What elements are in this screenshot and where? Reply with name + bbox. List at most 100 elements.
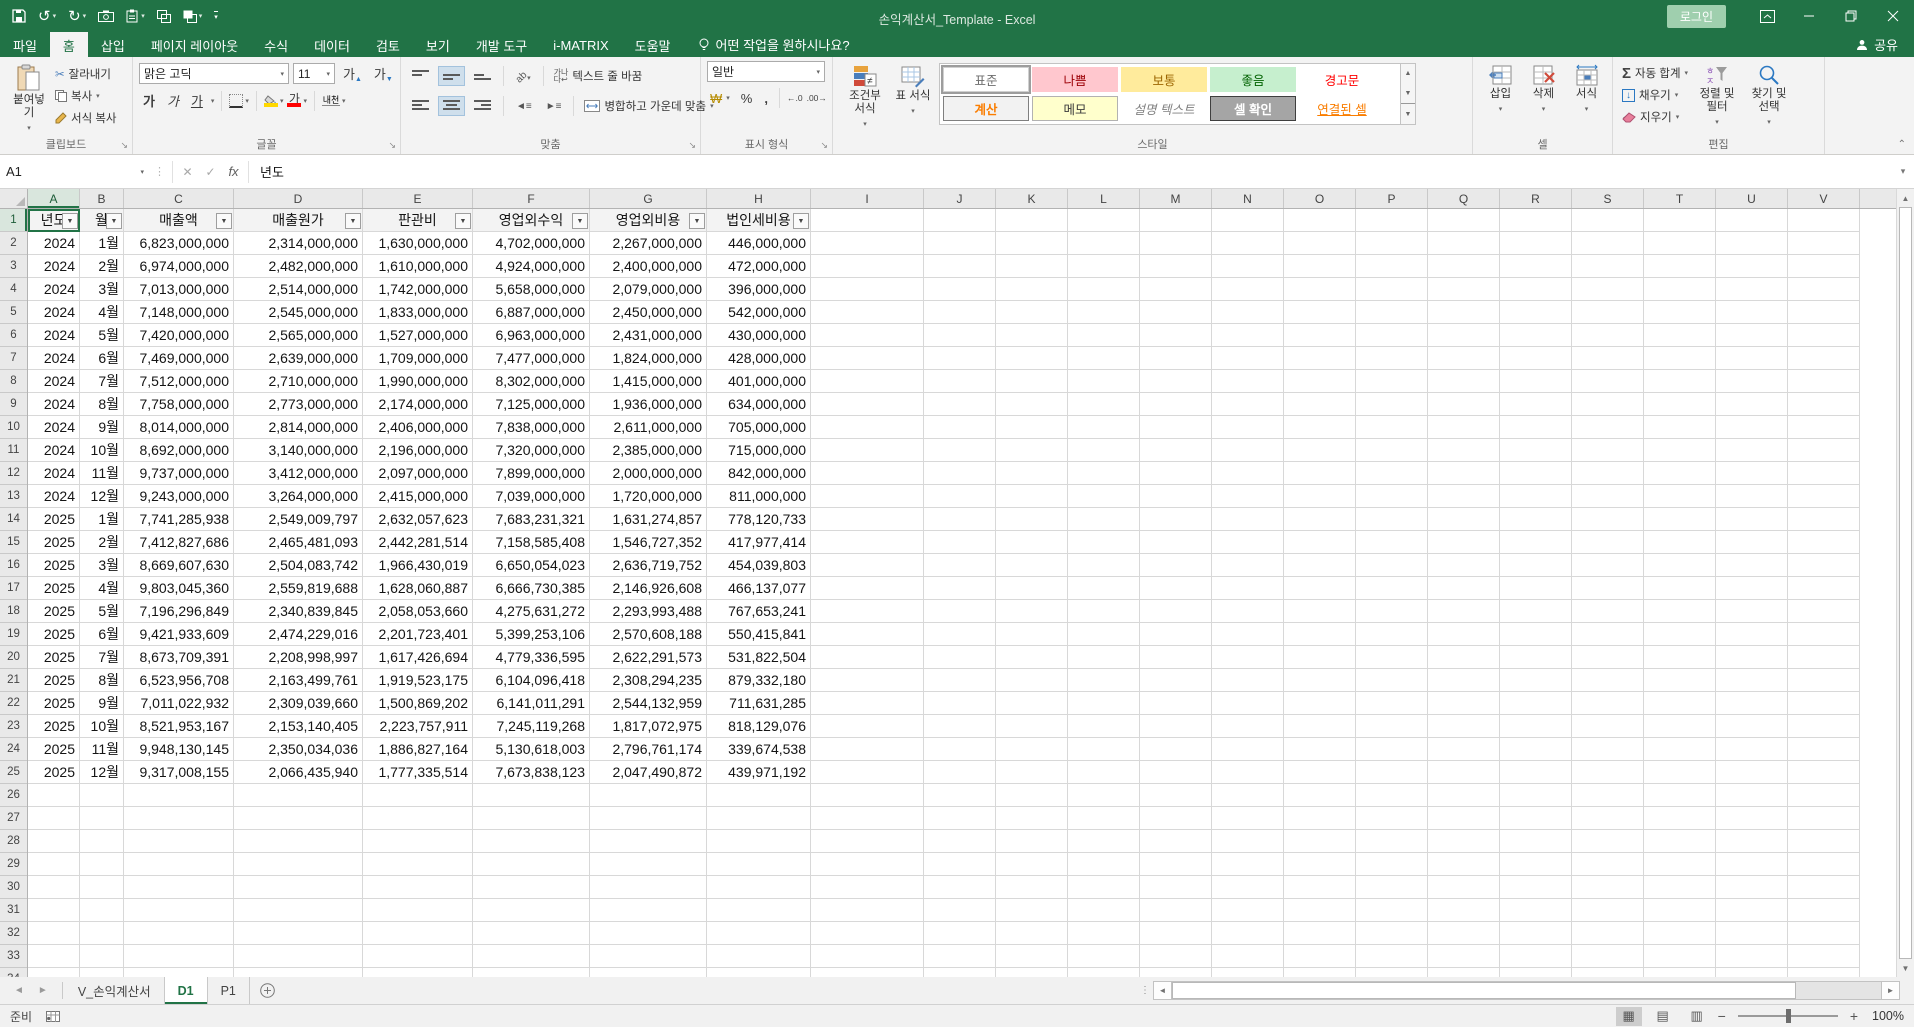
- cell-S10[interactable]: [1572, 416, 1644, 439]
- cell-G18[interactable]: 2,293,993,488: [590, 600, 707, 623]
- ribbon-tab-홈[interactable]: 홈: [50, 32, 88, 57]
- cell-D20[interactable]: 2,208,998,997: [234, 646, 363, 669]
- cell-I17[interactable]: [811, 577, 924, 600]
- cell-N10[interactable]: [1212, 416, 1284, 439]
- cell-C27[interactable]: [124, 807, 234, 830]
- cell-H32[interactable]: [707, 922, 811, 945]
- accounting-format-button[interactable]: ₩▾: [707, 87, 733, 109]
- cell-U25[interactable]: [1716, 761, 1788, 784]
- cell-K26[interactable]: [996, 784, 1068, 807]
- cell-C10[interactable]: 8,014,000,000: [124, 416, 234, 439]
- cell-G3[interactable]: 2,400,000,000: [590, 255, 707, 278]
- cell-A8[interactable]: 2024: [28, 370, 80, 393]
- cell-M25[interactable]: [1140, 761, 1212, 784]
- cell-J31[interactable]: [924, 899, 996, 922]
- row-header-28[interactable]: 28: [0, 830, 27, 853]
- number-format-select[interactable]: 일반▾: [707, 61, 825, 82]
- cancel-entry-button[interactable]: ✕: [176, 165, 199, 179]
- fill-button[interactable]: ↓채우기▾: [1619, 84, 1691, 106]
- cell-U31[interactable]: [1716, 899, 1788, 922]
- cell-P23[interactable]: [1356, 715, 1428, 738]
- cell-L3[interactable]: [1068, 255, 1140, 278]
- cell-Q14[interactable]: [1428, 508, 1500, 531]
- delete-cells-button[interactable]: 삭제▾: [1528, 61, 1560, 119]
- cell-B25[interactable]: 12월: [80, 761, 124, 784]
- row-header-19[interactable]: 19: [0, 623, 27, 646]
- autosum-button[interactable]: Σ자동 합계▾: [1619, 62, 1691, 84]
- cell-Q4[interactable]: [1428, 278, 1500, 301]
- cell-N2[interactable]: [1212, 232, 1284, 255]
- cell-I32[interactable]: [811, 922, 924, 945]
- cell-D9[interactable]: 2,773,000,000: [234, 393, 363, 416]
- column-header-N[interactable]: N: [1212, 189, 1284, 208]
- cell-U34[interactable]: [1716, 968, 1788, 977]
- cell-H27[interactable]: [707, 807, 811, 830]
- cell-K24[interactable]: [996, 738, 1068, 761]
- column-header-L[interactable]: L: [1068, 189, 1140, 208]
- cell-S13[interactable]: [1572, 485, 1644, 508]
- name-box-dropdown-caret[interactable]: ▾: [140, 168, 144, 176]
- cell-K17[interactable]: [996, 577, 1068, 600]
- column-header-V[interactable]: V: [1788, 189, 1860, 208]
- cell-S7[interactable]: [1572, 347, 1644, 370]
- cell-C21[interactable]: 6,523,956,708: [124, 669, 234, 692]
- cell-I4[interactable]: [811, 278, 924, 301]
- cell-T33[interactable]: [1644, 945, 1716, 968]
- cell-R17[interactable]: [1500, 577, 1572, 600]
- cell-L11[interactable]: [1068, 439, 1140, 462]
- cell-S20[interactable]: [1572, 646, 1644, 669]
- cell-B8[interactable]: 7월: [80, 370, 124, 393]
- cell-B28[interactable]: [80, 830, 124, 853]
- cell-I19[interactable]: [811, 623, 924, 646]
- cell-Q34[interactable]: [1428, 968, 1500, 977]
- cell-O1[interactable]: [1284, 209, 1356, 232]
- cell-L34[interactable]: [1068, 968, 1140, 977]
- row-header-21[interactable]: 21: [0, 669, 27, 692]
- cell-R30[interactable]: [1500, 876, 1572, 899]
- cell-E34[interactable]: [363, 968, 473, 977]
- cell-F8[interactable]: 8,302,000,000: [473, 370, 590, 393]
- cell-B22[interactable]: 9월: [80, 692, 124, 715]
- cell-F31[interactable]: [473, 899, 590, 922]
- row-header-27[interactable]: 27: [0, 807, 27, 830]
- cell-P27[interactable]: [1356, 807, 1428, 830]
- row-header-10[interactable]: 10: [0, 416, 27, 439]
- cell-E22[interactable]: 1,500,869,202: [363, 692, 473, 715]
- cell-R31[interactable]: [1500, 899, 1572, 922]
- cell-R26[interactable]: [1500, 784, 1572, 807]
- minimize-button[interactable]: [1788, 0, 1830, 32]
- cell-P20[interactable]: [1356, 646, 1428, 669]
- cell-H15[interactable]: 417,977,414: [707, 531, 811, 554]
- cell-T23[interactable]: [1644, 715, 1716, 738]
- cell-Q20[interactable]: [1428, 646, 1500, 669]
- cell-U5[interactable]: [1716, 301, 1788, 324]
- cell-Q17[interactable]: [1428, 577, 1500, 600]
- cell-O17[interactable]: [1284, 577, 1356, 600]
- cell-T6[interactable]: [1644, 324, 1716, 347]
- cell-M10[interactable]: [1140, 416, 1212, 439]
- cell-S14[interactable]: [1572, 508, 1644, 531]
- cell-U7[interactable]: [1716, 347, 1788, 370]
- cell-S3[interactable]: [1572, 255, 1644, 278]
- cell-J16[interactable]: [924, 554, 996, 577]
- cell-style-계산[interactable]: 계산: [943, 96, 1029, 121]
- cell-O34[interactable]: [1284, 968, 1356, 977]
- cell-M5[interactable]: [1140, 301, 1212, 324]
- decrease-indent-button[interactable]: ◄≡: [511, 97, 537, 116]
- row-header-9[interactable]: 9: [0, 393, 27, 416]
- cell-E23[interactable]: 2,223,757,911: [363, 715, 473, 738]
- cell-B17[interactable]: 4월: [80, 577, 124, 600]
- cell-J20[interactable]: [924, 646, 996, 669]
- cell-R19[interactable]: [1500, 623, 1572, 646]
- cell-I11[interactable]: [811, 439, 924, 462]
- cell-D32[interactable]: [234, 922, 363, 945]
- cell-T9[interactable]: [1644, 393, 1716, 416]
- cell-R10[interactable]: [1500, 416, 1572, 439]
- ribbon-tab-페이지 레이아웃[interactable]: 페이지 레이아웃: [138, 32, 251, 57]
- sheet-tab-V_손익계산서[interactable]: V_손익계산서: [65, 977, 165, 1004]
- cell-B32[interactable]: [80, 922, 124, 945]
- cell-P16[interactable]: [1356, 554, 1428, 577]
- cell-H34[interactable]: [707, 968, 811, 977]
- cell-S34[interactable]: [1572, 968, 1644, 977]
- cell-F9[interactable]: 7,125,000,000: [473, 393, 590, 416]
